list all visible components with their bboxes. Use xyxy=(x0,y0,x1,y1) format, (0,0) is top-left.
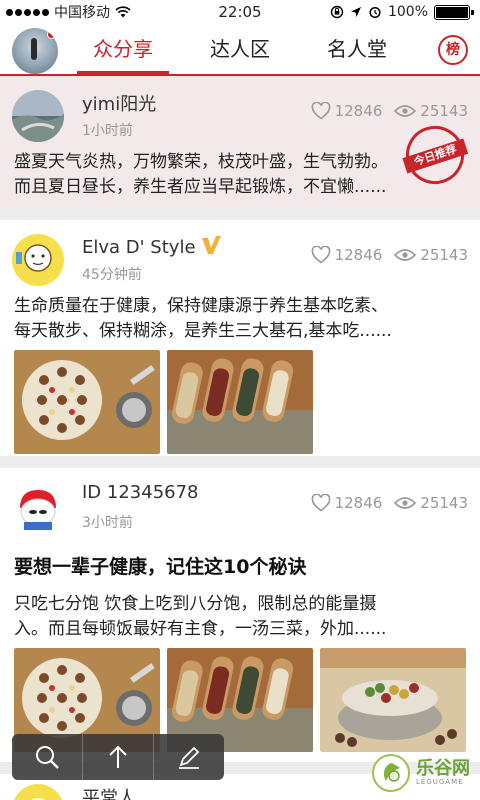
author-name[interactable]: Elva D' Style xyxy=(82,237,196,258)
carrier-label: 中国移动 xyxy=(54,5,110,21)
eye-icon xyxy=(394,497,417,509)
author-name[interactable]: ID 12345678 xyxy=(82,482,199,503)
arrow-up-icon xyxy=(109,745,127,768)
watermark-sub: LEGUGAME xyxy=(416,778,464,786)
compose-button[interactable] xyxy=(154,734,224,780)
status-bar: 中国移动 22:05 100% xyxy=(0,0,480,24)
excerpt-line: 盛夏天气炎热，万物繁荣，枝茂叶盛，生气勃勃。 xyxy=(14,152,388,172)
notification-dot xyxy=(47,30,56,39)
location-icon xyxy=(350,7,361,17)
wifi-icon xyxy=(115,6,131,18)
battery-icon xyxy=(434,4,474,20)
heart-icon xyxy=(311,246,330,264)
like-count: 12846 xyxy=(334,246,383,264)
post-time: 1小时前 xyxy=(82,123,133,139)
search-icon xyxy=(36,746,59,769)
excerpt-line: 每天散步、保持糊涂，是养生三大基石,基本吃...... xyxy=(14,321,392,341)
post-card[interactable]: ID 12345678 3小时前 12846 25143 要想一辈子健康，记住这… xyxy=(0,468,480,762)
verified-icon xyxy=(201,236,221,254)
author-name[interactable]: 平常人 xyxy=(82,784,136,800)
status-right: 100% xyxy=(330,4,474,20)
post-excerpt: 只吃七分饱 饮食上吃到八分饱，限制总的能量摄 入。而且每顿饭最好有主食，一汤三菜… xyxy=(14,592,466,642)
post-time: 45分钟前 xyxy=(82,267,142,283)
active-tab-indicator xyxy=(77,71,169,74)
excerpt-line: 而且夏日昼长，养生者应当早起锻炼，不宜懒...... xyxy=(14,177,387,197)
post-stats: 12846 25143 xyxy=(311,246,468,264)
views: 25143 xyxy=(394,494,468,512)
post-image[interactable] xyxy=(320,648,466,752)
search-button[interactable] xyxy=(12,734,83,780)
excerpt-line: 入。而且每顿饭最好有主食，一汤三菜，外加...... xyxy=(14,619,387,639)
likes[interactable]: 12846 xyxy=(311,246,383,264)
watermark: 乐谷网 LEGUGAME xyxy=(372,754,470,792)
battery-percent: 100% xyxy=(387,4,428,20)
post-title[interactable]: 要想一辈子健康，记住这10个秘诀 xyxy=(14,552,306,579)
alarm-icon xyxy=(369,6,381,19)
view-count: 25143 xyxy=(420,494,468,512)
top-nav: 众分享 达人区 名人堂 榜 xyxy=(0,24,480,76)
excerpt-line: 只吃七分饱 饮食上吃到八分饱，限制总的能量摄 xyxy=(14,594,377,614)
eye-icon xyxy=(394,249,417,261)
view-count: 25143 xyxy=(420,246,468,264)
likes[interactable]: 12846 xyxy=(311,102,383,120)
post-stats: 12846 25143 xyxy=(311,102,468,120)
like-count: 12846 xyxy=(334,102,383,120)
author-avatar[interactable] xyxy=(12,482,64,534)
watermark-logo-icon xyxy=(372,754,410,792)
likes[interactable]: 12846 xyxy=(311,494,383,512)
post-image[interactable] xyxy=(167,350,313,454)
heart-icon xyxy=(311,102,330,120)
author-avatar[interactable] xyxy=(12,784,64,800)
post-card[interactable]: Elva D' Style 45分钟前 12846 25143 生命质量在于健康… xyxy=(0,220,480,456)
my-avatar[interactable] xyxy=(12,28,58,74)
post-stats: 12846 25143 xyxy=(311,494,468,512)
tab-experts[interactable]: 达人区 xyxy=(193,24,287,74)
pencil-icon xyxy=(179,746,200,769)
post-card[interactable]: yimi阳光 1小时前 12846 25143 今日推荐 盛夏天气炎热，万物繁荣… xyxy=(0,76,480,208)
post-time: 3小时前 xyxy=(82,515,133,531)
post-excerpt: 盛夏天气炎热，万物繁荣，枝茂叶盛，生气勃勃。 而且夏日昼长，养生者应当早起锻炼，… xyxy=(14,150,466,200)
lock-rotation-icon xyxy=(330,5,344,19)
author-avatar[interactable] xyxy=(12,90,64,142)
watermark-name: 乐谷网 xyxy=(416,758,470,779)
signal-icon xyxy=(6,8,49,16)
author-avatar[interactable] xyxy=(12,234,64,286)
tab-share[interactable]: 众分享 xyxy=(77,24,169,74)
floating-toolbar xyxy=(12,734,224,780)
like-count: 12846 xyxy=(334,494,383,512)
view-count: 25143 xyxy=(420,102,468,120)
scroll-top-button[interactable] xyxy=(83,734,154,780)
views: 25143 xyxy=(394,246,468,264)
post-image[interactable] xyxy=(14,350,160,454)
eye-icon xyxy=(394,105,417,117)
post-excerpt: 生命质量在于健康，保持健康源于养生基本吃素、 每天散步、保持糊涂，是养生三大基石… xyxy=(14,294,466,344)
author-name-wrap: Elva D' Style xyxy=(82,234,222,258)
author-name[interactable]: yimi阳光 xyxy=(82,90,156,116)
views: 25143 xyxy=(394,102,468,120)
tab-hall-of-fame[interactable]: 名人堂 xyxy=(310,24,404,74)
status-left: 中国移动 xyxy=(6,2,131,22)
heart-icon xyxy=(311,494,330,512)
excerpt-line: 生命质量在于健康，保持健康源于养生基本吃素、 xyxy=(14,296,388,316)
ranking-icon[interactable]: 榜 xyxy=(438,35,468,65)
